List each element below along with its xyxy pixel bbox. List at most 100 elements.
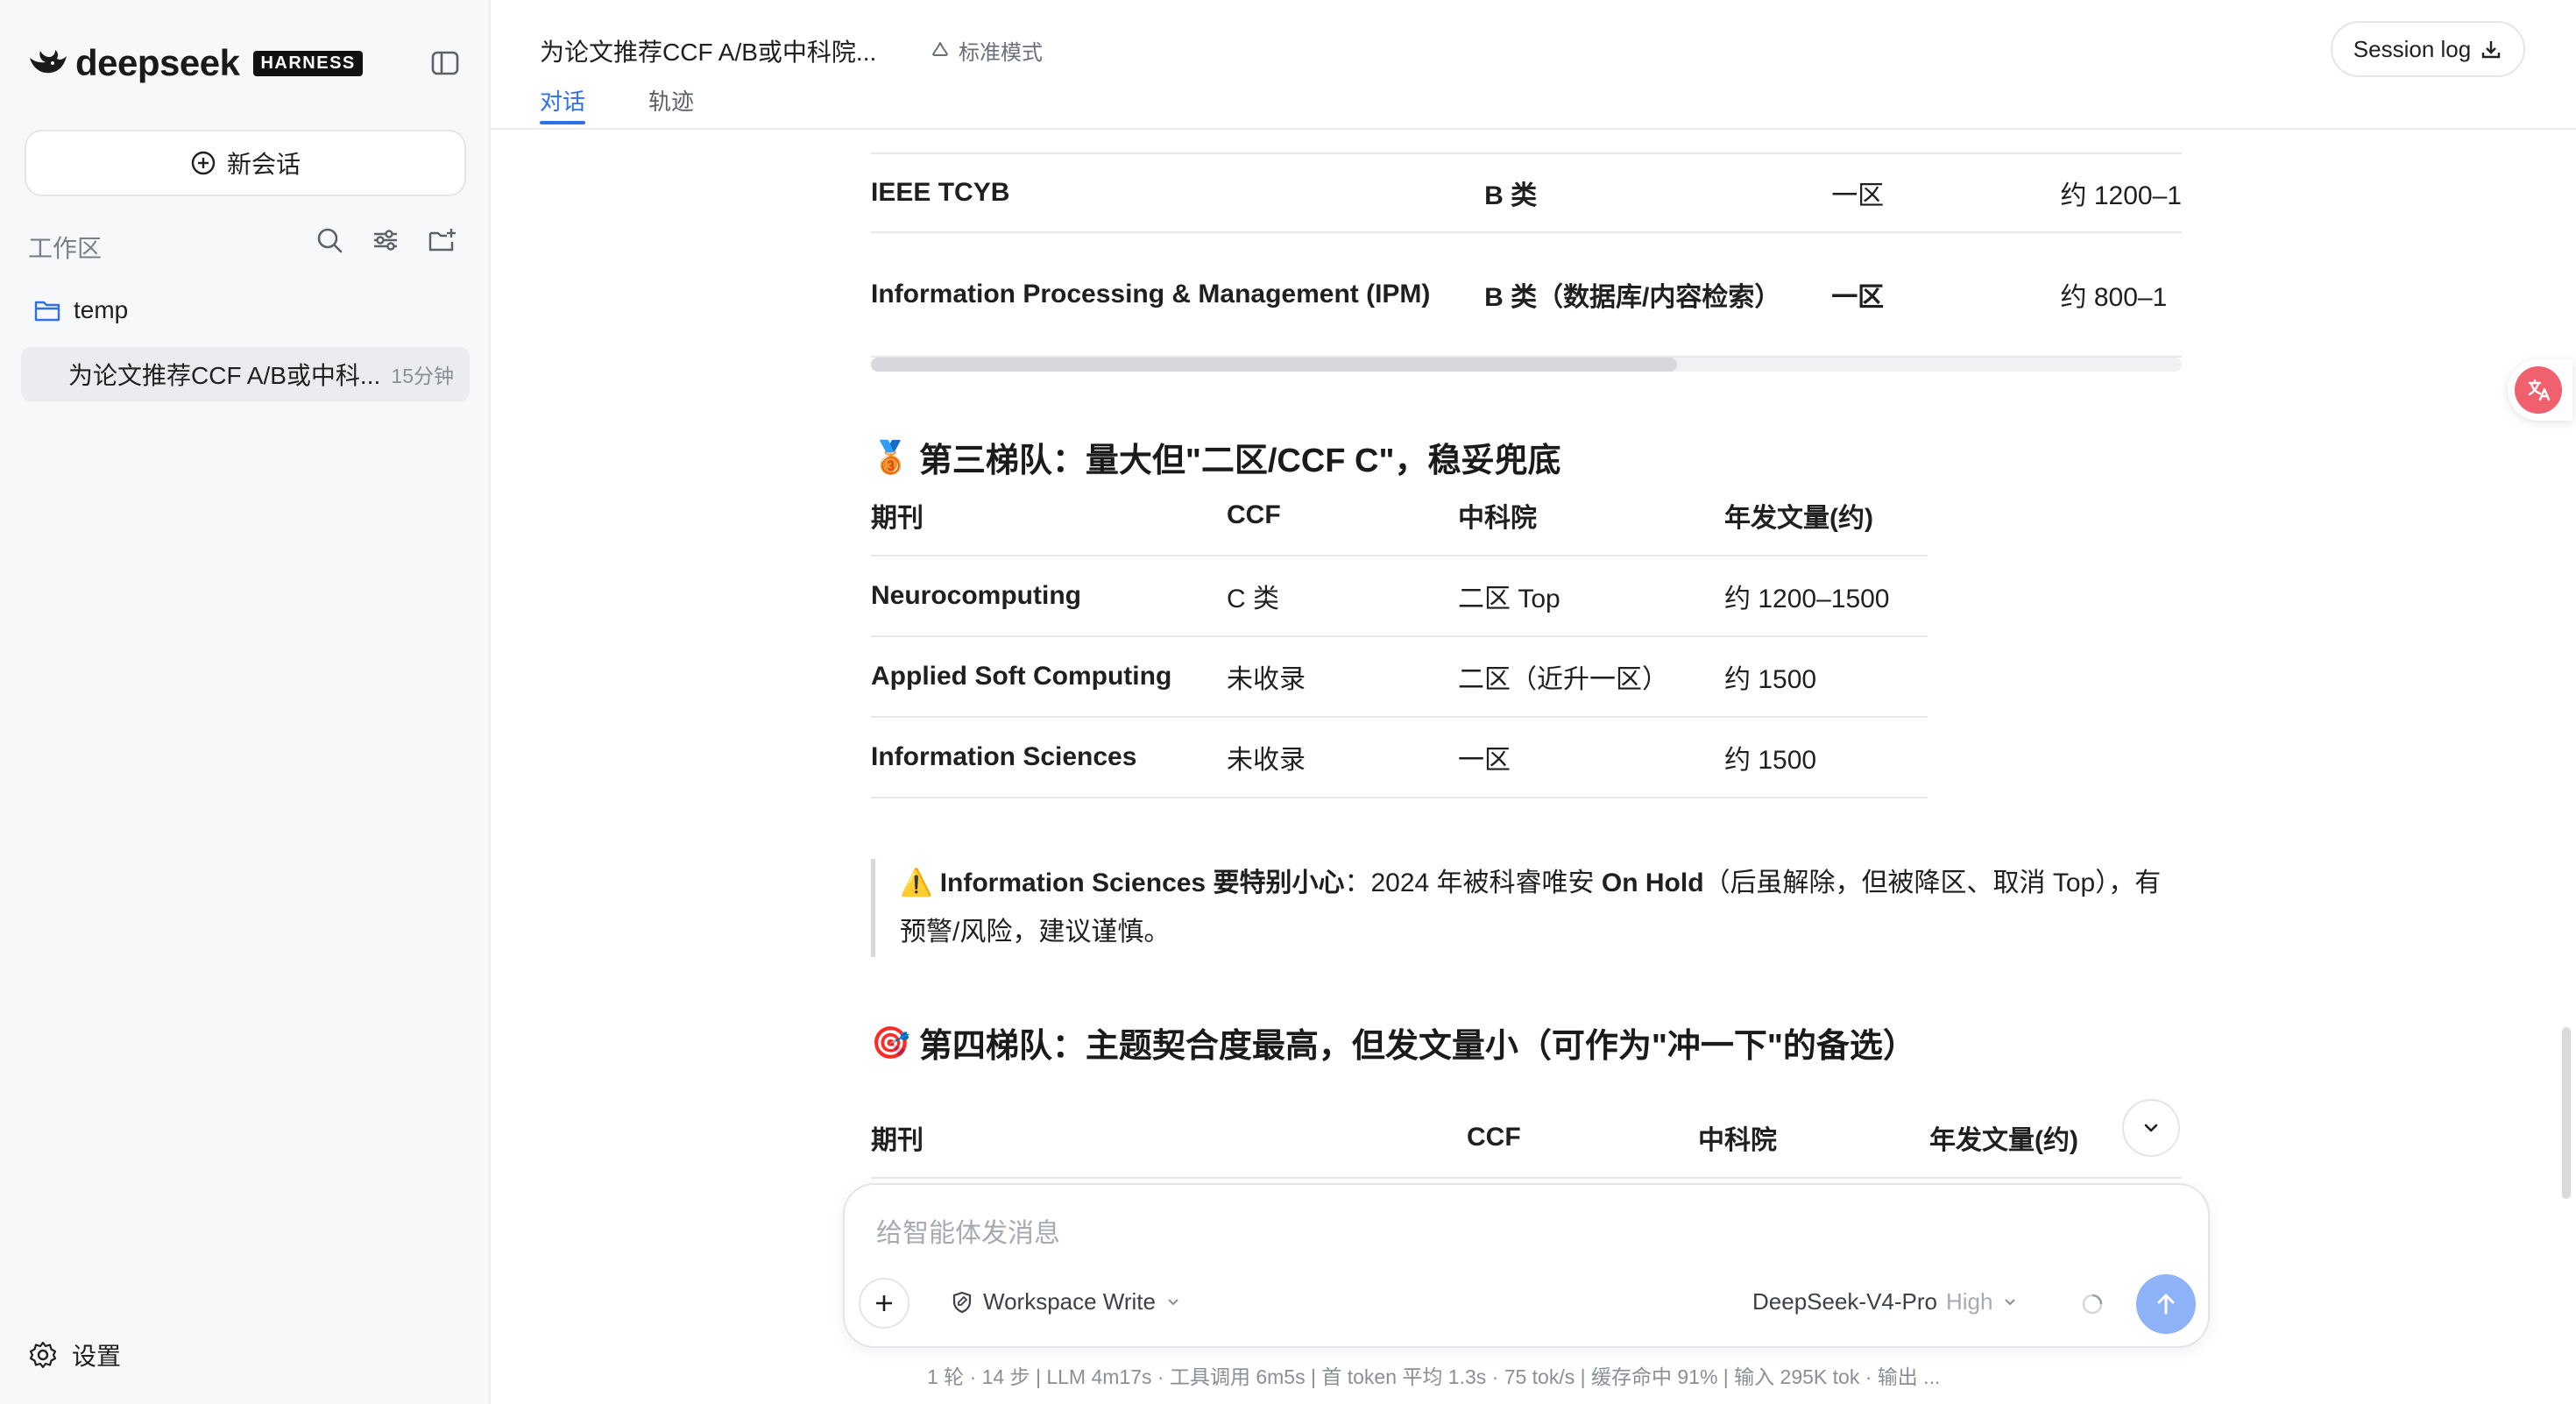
- session-log-button[interactable]: Session log: [2331, 21, 2525, 77]
- folder-temp[interactable]: temp: [33, 296, 128, 324]
- cas-zone: 二区（近升一区）: [1458, 665, 1668, 694]
- scroll-to-bottom-button[interactable]: [2122, 1099, 2180, 1157]
- table-journals-tier4: 期刊 CCF 中科院 年发文量(约): [871, 1097, 2182, 1179]
- chevron-down-icon: [1168, 1298, 1178, 1305]
- journal-name: IEEE TCYB: [871, 178, 1010, 207]
- session-log-label: Session log: [2353, 35, 2472, 62]
- ccf-rank: 未收录: [1227, 665, 1306, 694]
- new-chat-label: 新会话: [226, 151, 301, 178]
- settings-button[interactable]: 设置: [28, 1337, 121, 1372]
- annual-volume: 约 1500: [1724, 746, 1817, 775]
- model-name: DeepSeek-V4-Pro: [1752, 1288, 1937, 1315]
- loading-spinner-icon: [2082, 1294, 2103, 1315]
- chevron-down-icon: [2144, 1124, 2158, 1132]
- table-journals-tier3: 期刊 CCF 中科院 年发文量(约) Neurocomputing C 类 二区…: [871, 475, 1928, 798]
- header: 为论文推荐CCF A/B或中科院... 标准模式 对话 轨迹 Session l…: [491, 0, 2576, 130]
- ccf-rank: 未收录: [1227, 746, 1306, 775]
- message-input[interactable]: 给智能体发消息: [876, 1211, 1060, 1250]
- section-heading-tier3: 🥉 第三梯队：量大但"二区/CCF C"，稳妥兜底: [871, 433, 1561, 481]
- table-row: Information Processing & Management (IPM…: [871, 232, 2182, 357]
- mode-indicator[interactable]: 标准模式: [929, 35, 1043, 66]
- run-stats-bar: 1 轮 · 14 步 | LLM 4m17s · 工具调用 6m5s | 首 t…: [927, 1365, 1941, 1388]
- conversation-title: 为论文推荐CCF A/B或中科院...: [540, 39, 877, 66]
- table-row: IEEE TCYB B 类 一区 约 1200–1: [871, 153, 2182, 232]
- warning-icon: ⚠️: [900, 869, 933, 897]
- folder-name: temp: [74, 296, 129, 323]
- annual-volume: 约 800–1: [2060, 283, 2168, 312]
- warning-callout: ⚠️ Information Sciences 要特别小心：2024 年被科睿唯…: [871, 859, 2182, 957]
- translate-icon: [2515, 366, 2562, 414]
- table-journals-tier2: IEEE TCYB B 类 一区 约 1200–1 Information Pr…: [871, 131, 2182, 368]
- horizontal-scrollbar[interactable]: [871, 358, 1677, 372]
- tab-conversation[interactable]: 对话: [540, 84, 586, 124]
- permission-selector[interactable]: Workspace Write: [950, 1288, 1182, 1315]
- column-header: CCF: [1467, 1122, 1521, 1152]
- vertical-scrollbar[interactable]: [2562, 1027, 2571, 1199]
- plus-icon: [876, 1295, 892, 1311]
- shield-edit-icon: [952, 1291, 972, 1313]
- column-header: 期刊: [871, 503, 924, 533]
- ccf-rank: B 类: [1484, 181, 1538, 210]
- cas-zone: 一区: [1831, 181, 1885, 210]
- annual-volume: 约 1500: [1724, 665, 1817, 694]
- message-composer: 给智能体发消息 Workspace Write DeepSeek-V4-Pro …: [843, 1183, 2210, 1348]
- journal-name: Information Processing & Management (IPM…: [871, 280, 1431, 308]
- workspace-tools: [314, 224, 457, 256]
- journal-name: Applied Soft Computing: [871, 662, 1172, 691]
- brand-name: deepseek: [75, 42, 240, 83]
- permission-label: Workspace Write: [983, 1288, 1156, 1315]
- ccf-rank: C 类: [1227, 585, 1279, 613]
- gear-icon: [29, 1341, 57, 1369]
- callout-bold-onhold: On Hold: [1601, 869, 1704, 897]
- chevron-down-icon: [2005, 1298, 2016, 1305]
- sidebar: deepseek HARNESS 新会话 工作区 temp 为论文推荐CCF A…: [0, 0, 491, 1404]
- tab-trajectory[interactable]: 轨迹: [648, 84, 694, 117]
- cas-zone: 一区: [1458, 746, 1511, 775]
- annual-volume: 约 1200–1: [2060, 181, 2182, 210]
- sidebar-toggle-icon[interactable]: [428, 46, 463, 81]
- settings-label: 设置: [72, 1343, 122, 1370]
- callout-bold-lead: Information Sciences 要特别小心: [939, 869, 1345, 897]
- session-title: 为论文推荐CCF A/B或中科...: [68, 362, 381, 389]
- filter-icon[interactable]: [370, 224, 401, 256]
- column-header: CCF: [1227, 500, 1281, 529]
- download-icon: [2482, 41, 2501, 59]
- attach-button[interactable]: [859, 1278, 909, 1329]
- cas-zone: 二区 Top: [1458, 585, 1560, 613]
- session-time: 15分钟: [391, 365, 454, 387]
- section-title: 第三梯队：量大但"二区/CCF C"，稳妥兜底: [918, 443, 1561, 479]
- workspace-label: 工作区: [28, 235, 103, 262]
- search-icon[interactable]: [314, 224, 345, 256]
- table-header-row: 期刊 CCF 中科院 年发文量(约): [871, 1097, 2182, 1178]
- bronze-medal-icon: 🥉: [871, 438, 910, 475]
- deepseek-whale-icon: [30, 50, 67, 74]
- translate-button[interactable]: [2508, 359, 2572, 421]
- target-icon: 🎯: [871, 1024, 910, 1060]
- journal-name: Information Sciences: [871, 742, 1137, 771]
- column-header: 中科院: [1458, 503, 1537, 533]
- new-chat-button[interactable]: 新会话: [25, 130, 466, 196]
- session-item[interactable]: 为论文推荐CCF A/B或中科... 15分钟: [21, 347, 470, 401]
- table-row: Applied Soft Computing 未收录 二区（近升一区） 约 15…: [871, 636, 1928, 717]
- column-header: 期刊: [871, 1125, 924, 1155]
- column-header: 中科院: [1698, 1125, 1777, 1155]
- cas-zone: 一区: [1831, 283, 1885, 312]
- table-row: Neurocomputing C 类 二区 Top 约 1200–1500: [871, 556, 1928, 636]
- brand-logo[interactable]: deepseek HARNESS: [26, 42, 363, 84]
- section-title: 第四梯队：主题契合度最高，但发文量小（可作为"冲一下"的备选）: [918, 1028, 1916, 1065]
- annual-volume: 约 1200–1500: [1724, 585, 1890, 613]
- ccf-rank: B 类（数据库/内容检索）: [1484, 283, 1781, 312]
- new-folder-icon[interactable]: [426, 224, 457, 256]
- column-header: 年发文量(约): [1724, 503, 1873, 533]
- recycle-icon: [932, 41, 948, 56]
- folder-icon: [34, 301, 60, 322]
- journal-name: Neurocomputing: [871, 581, 1081, 610]
- send-button[interactable]: [2136, 1274, 2196, 1334]
- section-heading-tier4: 🎯 第四梯队：主题契合度最高，但发文量小（可作为"冲一下"的备选）: [871, 1018, 1916, 1067]
- callout-text: ：2024 年被科睿唯安: [1344, 869, 1602, 897]
- harness-badge: HARNESS: [253, 50, 363, 76]
- table-header-row: 期刊 CCF 中科院 年发文量(约): [871, 475, 1928, 556]
- model-selector[interactable]: DeepSeek-V4-Pro High: [1752, 1288, 2019, 1315]
- mode-label: 标准模式: [959, 41, 1043, 65]
- table-row: Information Sciences 未收录 一区 约 1500: [871, 717, 1928, 798]
